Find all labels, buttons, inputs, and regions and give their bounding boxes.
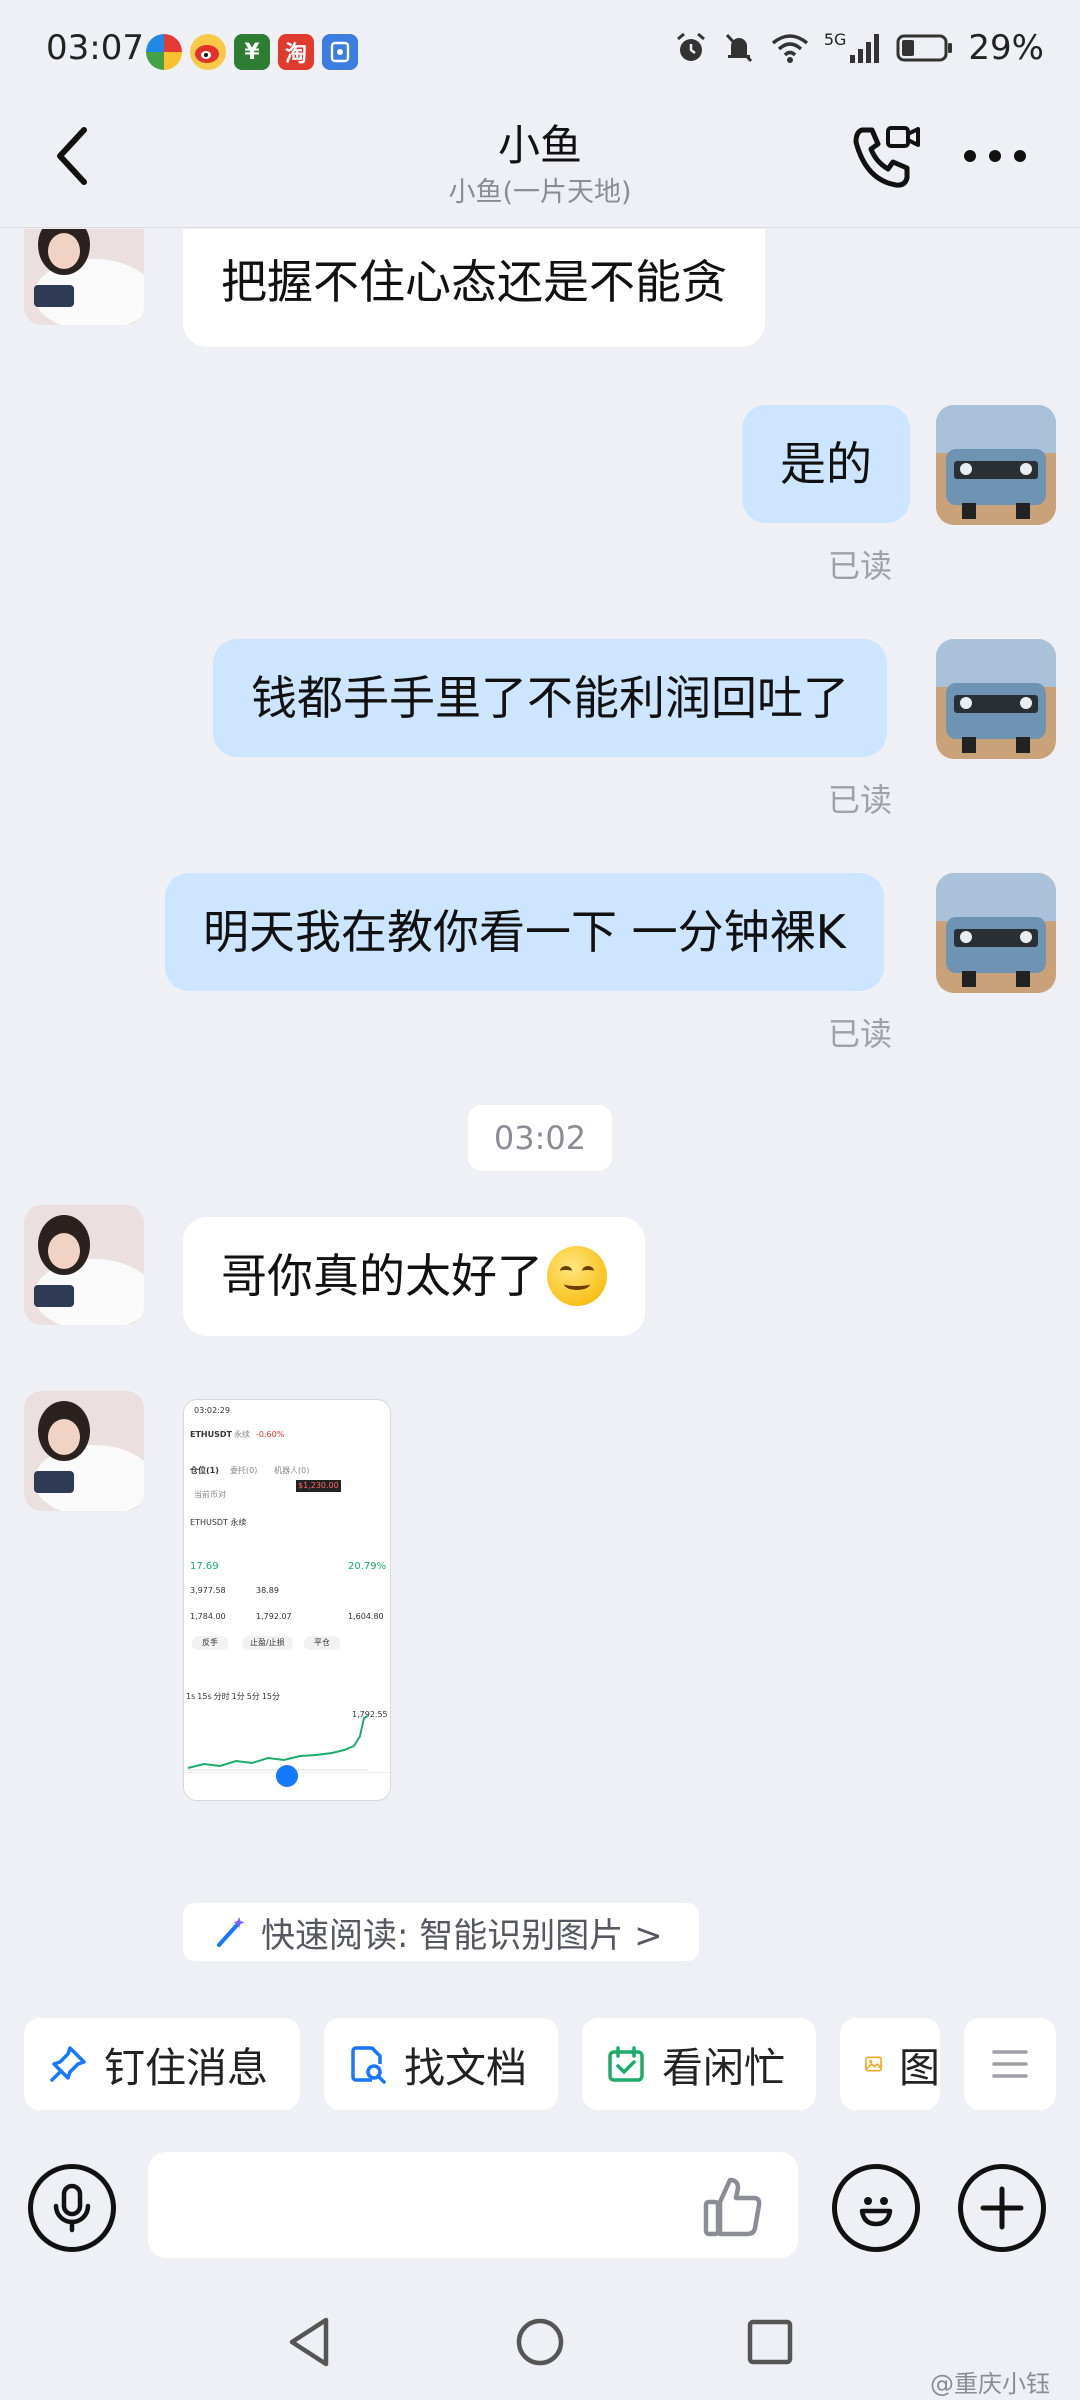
message-bubble-incoming[interactable]: 把握不住心态还是不能贪	[183, 229, 765, 347]
contact-avatar[interactable]	[24, 229, 144, 325]
screenshot-btn-tpsl: 止盈/止损	[242, 1636, 293, 1650]
screenshot-tab-bots: 机器人(0)	[274, 1466, 310, 1475]
message-bubble-outgoing[interactable]: 是的	[742, 405, 910, 523]
interval: 1s	[186, 1692, 196, 1701]
message-bubble-incoming[interactable]: 哥你真的太好了	[183, 1217, 645, 1336]
image-message-screenshot[interactable]: 03:02:29 ETHUSDT 永续 -0.60% 仓位(1) 委托(0) 机…	[183, 1399, 391, 1801]
screenshot-tag: 永续	[234, 1430, 250, 1439]
blue-app-icon	[322, 34, 358, 70]
shortcut-menu-button[interactable]	[964, 2018, 1056, 2110]
pin-message-label: 钉住消息	[104, 2044, 268, 2092]
shortcut-bar: 钉住消息 找文档 看闲忙 图	[0, 2012, 1080, 2112]
pin-message-chip[interactable]: 钉住消息	[24, 2018, 300, 2110]
chat-header: 小鱼 小鱼(一片天地)	[0, 100, 1080, 228]
screenshot-size: 3,977.58	[190, 1586, 226, 1595]
nav-recents-icon[interactable]	[740, 2312, 800, 2372]
screenshot-bottom-nav	[184, 1765, 390, 1800]
check-availability-label: 看闲忙	[662, 2044, 785, 2092]
check-availability-chip[interactable]: 看闲忙	[582, 2018, 816, 2110]
signal-icon	[850, 34, 880, 63]
mute-bell-icon	[725, 33, 752, 63]
screenshot-pnl: 17.69	[190, 1561, 219, 1572]
read-receipt: 已读	[828, 1015, 893, 1053]
screenshot-nav-center-icon	[276, 1765, 298, 1787]
interval: 15s	[197, 1692, 212, 1701]
message-list[interactable]: 把握不住心态还是不能贪 是的 已读 钱都手手里了不能利润回吐了 已读 明天我在教…	[0, 229, 1080, 1974]
contact-avatar[interactable]	[24, 1205, 144, 1325]
quick-read-button[interactable]: 快速阅读: 智能识别图片 >	[183, 1903, 699, 1961]
quick-read-label: 快速阅读: 智能识别图片 >	[261, 1915, 663, 1956]
phone-video-call-icon[interactable]	[848, 122, 922, 192]
screenshot-intervals: 1s 15s 分时 1分 5分 15分	[186, 1692, 280, 1702]
watermark: @重庆小钰	[930, 2370, 1050, 2398]
wifi-icon	[771, 34, 808, 63]
image-chip-label: 图	[899, 2044, 940, 2092]
read-receipt: 已读	[828, 781, 893, 819]
taobao-app-icon: 淘	[278, 34, 314, 70]
screenshot-mark: 1,792.07	[256, 1612, 292, 1621]
my-avatar[interactable]	[936, 405, 1056, 525]
smiley-face-icon	[859, 2197, 893, 2227]
screenshot-price-tooltip: $1,230.00	[296, 1480, 341, 1492]
screenshot-tab-positions: 仓位(1)	[190, 1466, 219, 1475]
interval: 1分	[231, 1692, 245, 1701]
voice-input-button[interactable]	[28, 2164, 116, 2252]
network-type: 5G	[823, 29, 847, 49]
status-bar: 03:07 ¥ 淘 5G 29%	[0, 0, 1080, 100]
nav-home-icon[interactable]	[510, 2312, 570, 2372]
microphone-icon	[53, 2183, 91, 2233]
read-receipt: 已读	[828, 547, 893, 585]
screenshot-entry: 1,784.00	[190, 1612, 226, 1621]
plus-icon	[980, 2186, 1024, 2230]
nav-back-icon[interactable]	[280, 2312, 340, 2372]
screenshot-btn-reverse: 反手	[192, 1636, 228, 1650]
screenshot-checkbox-label: 当前币对	[194, 1490, 226, 1499]
more-functions-button[interactable]	[958, 2164, 1046, 2252]
screenshot-return: 20.79%	[348, 1561, 387, 1572]
my-avatar[interactable]	[936, 639, 1056, 759]
alarm-icon	[676, 32, 705, 61]
interval: 5分	[246, 1692, 260, 1701]
screenshot-liq: 1,604.80	[348, 1612, 384, 1621]
more-options-icon[interactable]	[960, 138, 1030, 174]
status-indicators: 5G 29%	[674, 28, 1044, 68]
image-icon	[865, 2056, 882, 2072]
interval: 15分	[261, 1692, 280, 1701]
thumbs-up-icon[interactable]	[700, 2174, 766, 2240]
screenshot-position-title: ETHUSDT 永续	[190, 1518, 247, 1527]
find-document-label: 找文档	[404, 2044, 527, 2092]
notification-icons: ¥ 淘	[146, 34, 358, 70]
pinwheel-app-icon	[146, 34, 182, 70]
battery-percent: 29%	[968, 28, 1044, 68]
status-time: 03:07	[46, 28, 144, 68]
calendar-check-icon	[608, 2046, 644, 2082]
image-chip[interactable]: 图	[840, 2018, 940, 2110]
screenshot-btn-close: 平仓	[304, 1636, 340, 1650]
smiling-face-emoji-icon	[547, 1245, 607, 1306]
screenshot-margin: 38.89	[256, 1586, 279, 1595]
weibo-app-icon	[190, 34, 226, 70]
hamburger-menu-icon	[992, 2050, 1028, 2078]
screenshot-pair: ETHUSDT	[190, 1430, 232, 1439]
message-timestamp: 03:02	[468, 1105, 612, 1171]
pin-icon	[50, 2046, 86, 2082]
screenshot-change: -0.60%	[256, 1430, 285, 1439]
find-document-icon	[351, 2046, 386, 2084]
screenshot-tab-orders: 委托(0)	[230, 1466, 258, 1475]
emoji-button[interactable]	[832, 2164, 920, 2252]
system-navigation-bar	[0, 2290, 1080, 2400]
wallet-app-icon: ¥	[234, 34, 270, 70]
message-text: 哥你真的太好了	[221, 1249, 543, 1303]
battery-icon	[896, 34, 953, 62]
find-document-chip[interactable]: 找文档	[324, 2018, 558, 2110]
screenshot-time: 03:02:29	[194, 1406, 230, 1415]
magic-wand-icon	[217, 1917, 245, 1947]
message-input-bar	[0, 2140, 1080, 2280]
message-bubble-outgoing[interactable]: 明天我在教你看一下 一分钟裸K	[165, 873, 884, 991]
message-bubble-outgoing[interactable]: 钱都手手里了不能利润回吐了	[213, 639, 887, 757]
contact-avatar[interactable]	[24, 1391, 144, 1511]
interval: 分时	[213, 1692, 230, 1701]
my-avatar[interactable]	[936, 873, 1056, 993]
